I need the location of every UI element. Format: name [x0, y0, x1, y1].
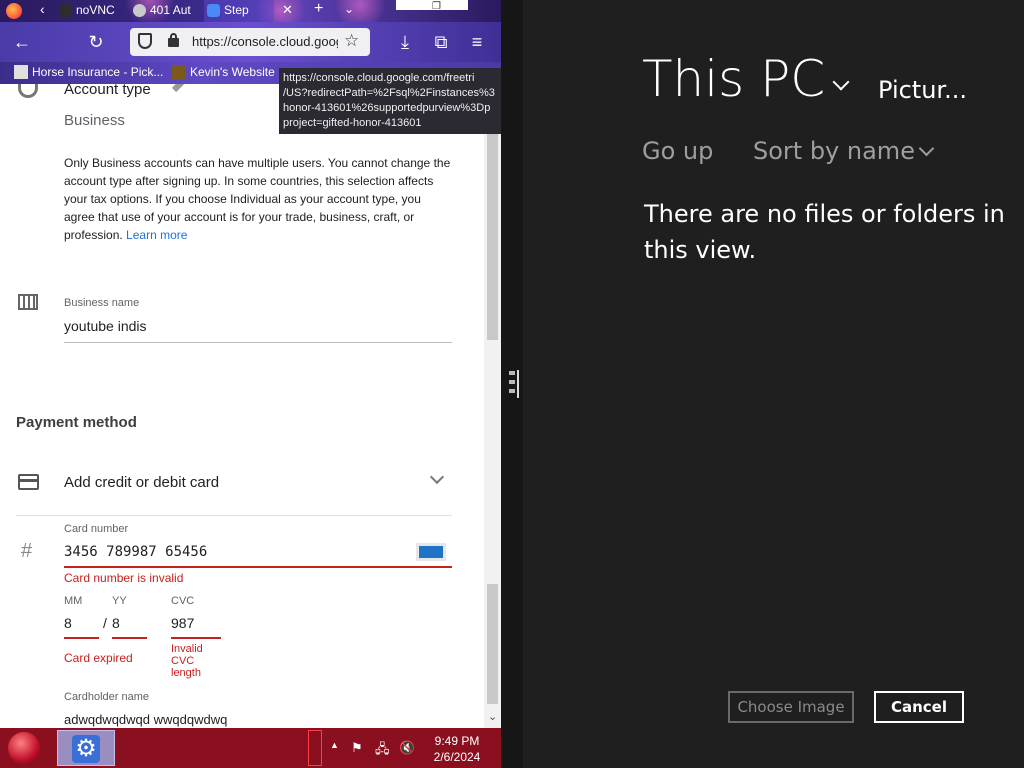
start-button[interactable]	[8, 732, 40, 764]
yy-underline	[112, 637, 147, 639]
volume-muted-icon[interactable]: 🔇	[399, 740, 415, 756]
business-name-label: Business name	[64, 297, 140, 309]
empty-message: There are no files or folders in this vi…	[644, 200, 1005, 264]
firefox-icon[interactable]	[6, 3, 22, 19]
scroll-down-icon[interactable]: ⌄	[488, 710, 497, 723]
tab-strip: ‹ noVNC 401 Aut Step ✕ + ⌄ ❐	[0, 0, 501, 22]
date-slash: /	[103, 615, 107, 631]
shield-icon[interactable]	[138, 33, 152, 49]
mm-label: MM	[64, 595, 83, 607]
tab-scroll-left-icon[interactable]: ‹	[40, 1, 45, 17]
account-type-icon	[18, 84, 38, 98]
page-scrollbar[interactable]: ⌄	[484, 84, 501, 728]
edit-pencil-icon[interactable]	[171, 84, 187, 93]
scrollbar-thumb[interactable]	[487, 134, 498, 340]
mm-input[interactable]: 8	[64, 615, 72, 631]
add-card-option[interactable]: Add credit or debit card	[64, 474, 219, 491]
yy-input[interactable]: 8	[112, 615, 120, 631]
bookmark-horse-insurance[interactable]: Horse Insurance - Pick...	[14, 65, 163, 79]
folder-name[interactable]: Pictur...	[878, 76, 967, 104]
cvc-underline	[171, 637, 221, 639]
inner-scrollbar-thumb[interactable]	[487, 584, 498, 704]
snap-splitter[interactable]	[501, 0, 523, 768]
file-picker: This PC Pictur... Go up Sort by name The…	[501, 0, 1024, 768]
clock[interactable]: 9:49 PM 2/6/2024	[428, 733, 486, 765]
account-type-value: Business	[64, 112, 125, 129]
chevron-down-icon[interactable]	[429, 469, 445, 485]
flag-icon[interactable]: ⚑	[351, 740, 363, 756]
card-number-underline	[64, 566, 452, 568]
card-brand-icon	[416, 543, 446, 561]
mm-underline	[64, 637, 99, 639]
reload-icon[interactable]: ↻	[84, 30, 108, 54]
payment-method-heading: Payment method	[16, 414, 137, 431]
window-restore-icon[interactable]: ❐	[432, 1, 441, 12]
learn-more-link[interactable]: Learn more	[126, 228, 187, 242]
cardholder-input[interactable]: adwqdwqdwqd wwqdqwdwq	[64, 712, 227, 727]
yy-label: YY	[112, 595, 127, 607]
cvc-input[interactable]: 987	[171, 615, 194, 631]
cvc-label: CVC	[171, 595, 195, 607]
business-name-underline	[64, 342, 452, 343]
credit-card-icon	[18, 474, 39, 490]
download-icon[interactable]: ⤓	[393, 30, 417, 54]
choose-image-button[interactable]: Choose Image	[728, 691, 854, 723]
back-icon[interactable]: ←	[10, 30, 34, 54]
billing-form: Account type Business Only Business acco…	[0, 84, 484, 728]
url-text[interactable]: https://console.cloud.google.com	[192, 34, 338, 49]
taskbar-settings-app[interactable]: ⚙	[57, 730, 115, 766]
card-number-input[interactable]: 3456 789987 65456	[64, 544, 207, 560]
account-type-label: Account type	[64, 84, 151, 98]
browser-window: ‹ noVNC 401 Aut Step ✕ + ⌄ ❐ ← ↻ https:/…	[0, 0, 501, 728]
kevins-website-icon	[172, 65, 186, 79]
business-building-icon	[18, 294, 38, 310]
sort-chevron-icon[interactable]	[918, 140, 935, 157]
gear-icon: ⚙	[72, 735, 100, 763]
card-section-divider	[16, 515, 452, 516]
tab-novnc[interactable]: noVNC	[56, 0, 126, 22]
network-icon[interactable]: 🖧	[375, 740, 390, 762]
location-chevron-icon[interactable]	[832, 73, 850, 91]
sort-dropdown[interactable]: Sort by name	[753, 137, 915, 165]
account-type-description: Only Business accounts can have multiple…	[64, 156, 451, 242]
navigation-bar: ← ↻ https://console.cloud.google.com ☆ ⤓…	[0, 22, 501, 62]
lock-shackle	[170, 33, 177, 40]
close-tab-icon[interactable]: ✕	[282, 2, 293, 18]
list-tabs-icon[interactable]: ⌄	[344, 2, 354, 16]
url-tooltip: https://console.cloud.google.com/freetri…	[279, 68, 501, 134]
globe-icon	[133, 4, 146, 17]
taskbar-highlight[interactable]	[308, 730, 322, 766]
splitter-line	[517, 370, 519, 398]
bookmark-kevins-website[interactable]: Kevin's Website	[172, 65, 275, 79]
new-tab-icon[interactable]: +	[314, 0, 323, 18]
card-number-error: Card number is invalid	[64, 571, 184, 585]
splitter-grip-icon[interactable]	[509, 371, 515, 397]
tab-401[interactable]: 401 Aut	[130, 0, 200, 22]
menu-icon[interactable]: ≡	[465, 30, 489, 54]
expired-error: Card expired	[64, 651, 133, 665]
tab-step[interactable]: Step	[204, 0, 274, 22]
taskbar: ⚙ ▲ ⚑ 🖧 🔇 9:49 PM 2/6/2024	[0, 728, 501, 768]
tray-overflow-icon[interactable]: ▲	[330, 740, 339, 750]
cvc-error: Invalid CVC length	[171, 643, 203, 679]
cancel-button[interactable]: Cancel	[874, 691, 964, 723]
location-title[interactable]: This PC	[642, 50, 825, 108]
horse-insurance-icon	[14, 65, 28, 79]
card-number-label: Card number	[64, 523, 129, 535]
novnc-icon	[59, 4, 72, 17]
extensions-icon[interactable]: ⧉	[429, 30, 453, 54]
go-up-button[interactable]: Go up	[642, 137, 713, 165]
google-cloud-icon	[207, 4, 220, 17]
hash-icon: #	[21, 540, 33, 562]
business-name-input[interactable]: youtube indis	[64, 318, 147, 334]
cardholder-label: Cardholder name	[64, 691, 149, 703]
bookmark-star-icon[interactable]: ☆	[344, 31, 359, 51]
url-bar[interactable]: https://console.cloud.google.com ☆	[130, 28, 370, 56]
